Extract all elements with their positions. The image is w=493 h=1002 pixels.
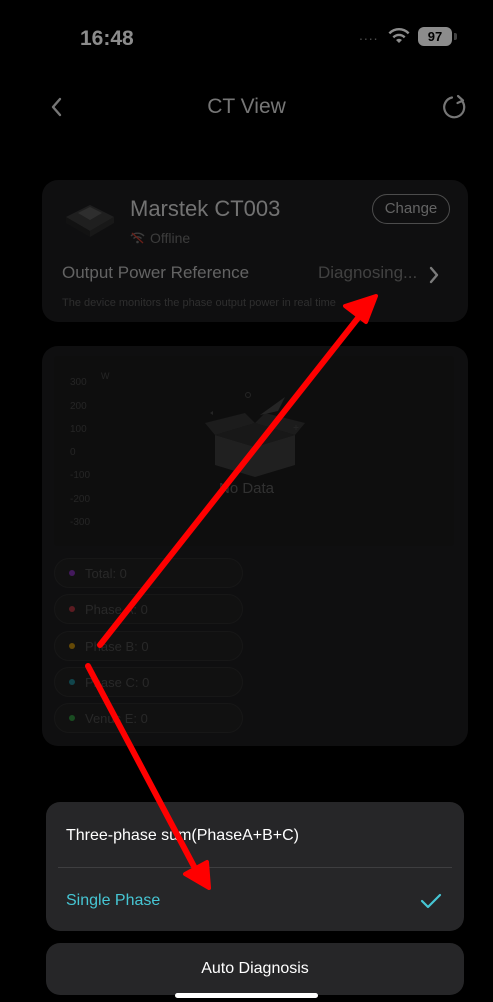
divider [58,867,452,868]
option-single-phase[interactable]: Single Phase [66,892,160,910]
option-three-phase-sum[interactable]: Three-phase sum(PhaseA+B+C) [66,827,299,845]
auto-diagnosis-button[interactable]: Auto Diagnosis [46,943,464,995]
home-indicator [175,993,318,998]
checkmark-icon [420,893,442,909]
